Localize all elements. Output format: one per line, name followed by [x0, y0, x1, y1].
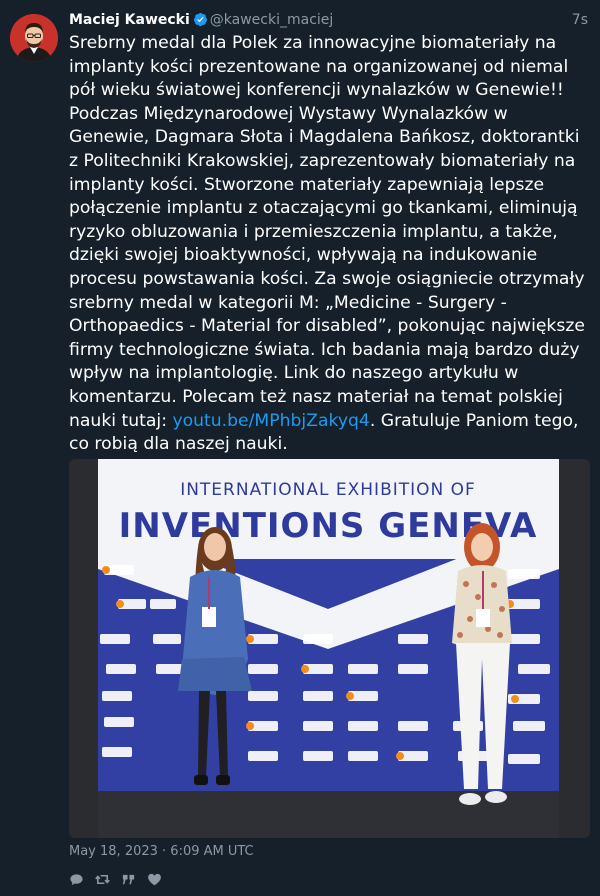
tweet-time-ago[interactable]: 7s — [572, 10, 588, 30]
tweet-text-main: Srebrny medal dla Polek za innowacyjne b… — [69, 33, 585, 431]
tweet: Maciej Kawecki @kawecki_maciej 7s Srebrny… — [0, 0, 600, 896]
retweet-icon[interactable] — [95, 872, 110, 887]
author-handle[interactable]: @kawecki_maciej — [210, 12, 334, 28]
tweet-timestamp[interactable]: May 18, 2023 · 6:09 AM UTC — [69, 843, 254, 861]
tweet-actions — [69, 870, 162, 888]
tweet-text: Srebrny medal dla Polek za innowacyjne b… — [69, 32, 591, 457]
quote-icon[interactable] — [121, 872, 136, 887]
tweet-header: Maciej Kawecki @kawecki_maciej 7s — [69, 10, 588, 32]
reply-icon[interactable] — [69, 872, 84, 887]
verified-badge-icon — [193, 12, 208, 33]
avatar-illustration — [10, 14, 58, 62]
avatar[interactable] — [10, 14, 58, 62]
tweet-photo[interactable]: INTERNATIONAL EXHIBITION OF INVENTIONS G… — [98, 459, 559, 838]
photo-illustration: INTERNATIONAL EXHIBITION OF INVENTIONS G… — [98, 459, 559, 838]
photo-banner-line1: INTERNATIONAL EXHIBITION OF — [180, 480, 476, 500]
youtube-link[interactable]: youtu.be/MPhbjZakyq4 — [172, 411, 369, 431]
like-icon[interactable] — [147, 872, 162, 887]
author-name[interactable]: Maciej Kawecki — [69, 12, 190, 28]
tweet-media[interactable]: INTERNATIONAL EXHIBITION OF INVENTIONS G… — [69, 459, 590, 838]
